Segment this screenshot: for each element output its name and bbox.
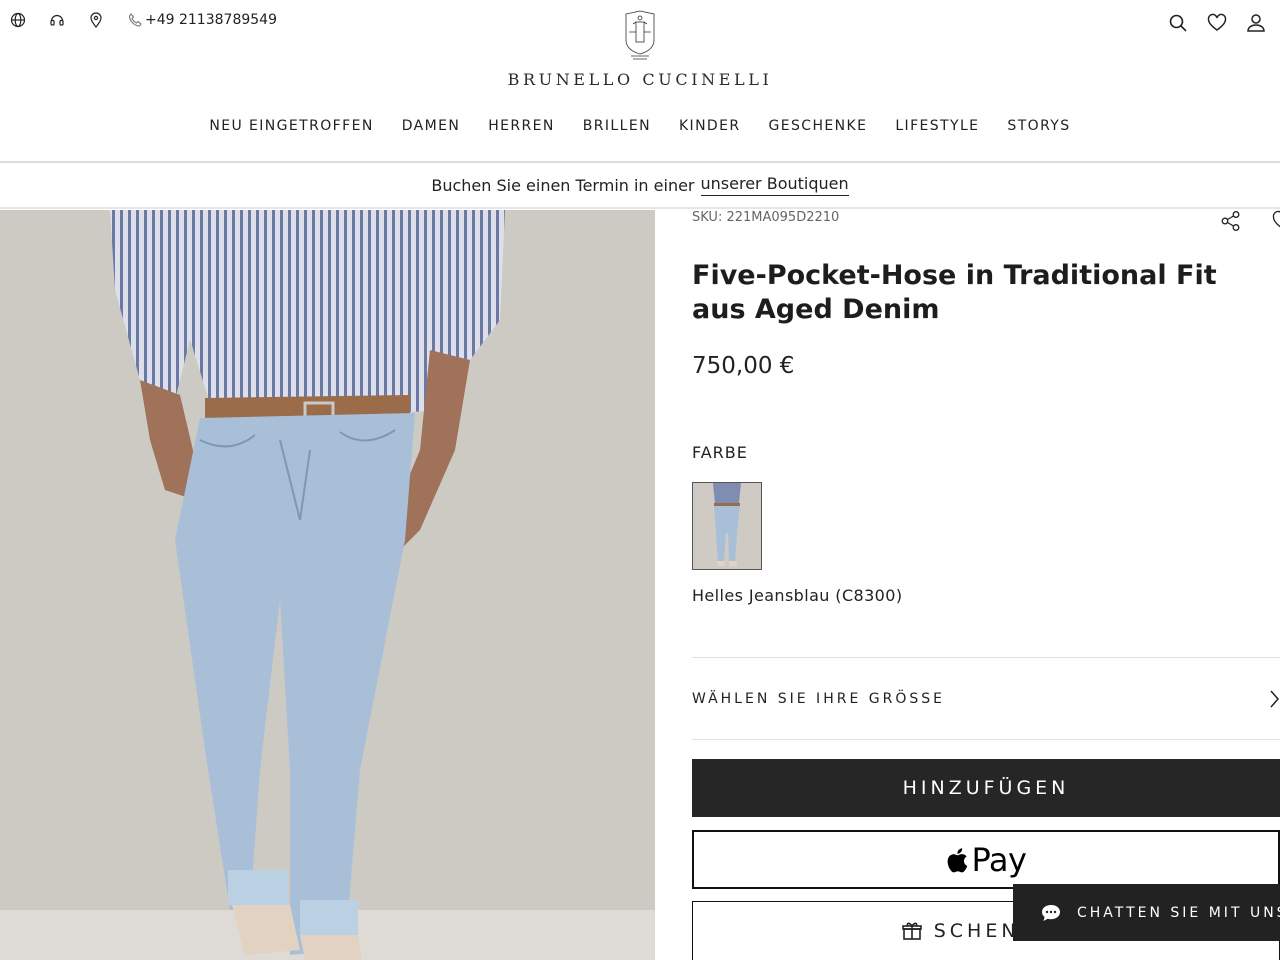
nav-item-new-arrivals[interactable]: NEU EINGETROFFEN: [209, 118, 373, 134]
chevron-right-icon: [1270, 690, 1279, 708]
color-swatch[interactable]: [692, 482, 762, 570]
size-selector-label: WÄHLEN SIE IHRE GRÖSSE: [692, 690, 945, 707]
size-selector[interactable]: WÄHLEN SIE IHRE GRÖSSE: [692, 657, 1280, 740]
boutiques-link[interactable]: unserer Boutiquen: [700, 174, 849, 196]
share-icon[interactable]: [1220, 210, 1242, 232]
banner-text: Buchen Sie einen Termin in einer: [431, 175, 695, 195]
color-heading: FARBE: [692, 443, 748, 462]
search-icon[interactable]: [1168, 13, 1188, 33]
chat-label: CHATTEN SIE MIT UNS: [1077, 904, 1280, 921]
user-icon[interactable]: [1246, 13, 1266, 33]
apple-pay-button[interactable]: Pay: [692, 830, 1280, 889]
heart-icon[interactable]: [1207, 13, 1227, 33]
main-navigation: NEU EINGETROFFEN DAMEN HERREN BRILLEN KI…: [0, 118, 1280, 134]
crest-icon: [625, 10, 655, 60]
nav-item-lifestyle[interactable]: LIFESTYLE: [895, 118, 979, 134]
brand-logo[interactable]: BRUNELLO CUCINELLI: [0, 10, 1280, 89]
apple-logo-icon: [947, 847, 967, 872]
product-price: 750,00 €: [692, 353, 795, 379]
product-title: Five-Pocket-Hose in Traditional Fit aus …: [692, 260, 1217, 325]
nav-item-gifts[interactable]: GESCHENKE: [769, 118, 868, 134]
chat-widget[interactable]: CHATTEN SIE MIT UNS: [1013, 884, 1280, 941]
gift-icon: [901, 922, 922, 940]
apple-pay-label: Pay: [971, 840, 1027, 879]
utility-bar-right: [1149, 13, 1266, 33]
chat-bubble-icon: [1042, 904, 1060, 921]
nav-item-eyewear[interactable]: BRILLEN: [583, 118, 651, 134]
nav-item-kids[interactable]: KINDER: [679, 118, 741, 134]
product-details: SKU: 221MA095D2210 Five-Pocket-Hose in T…: [692, 210, 1280, 960]
wishlist-heart-icon[interactable]: [1272, 210, 1280, 232]
appointment-banner: Buchen Sie einen Termin in einer unserer…: [0, 163, 1280, 209]
nav-item-men[interactable]: HERREN: [488, 118, 555, 134]
brand-name: BRUNELLO CUCINELLI: [507, 70, 773, 89]
nav-item-women[interactable]: DAMEN: [402, 118, 461, 134]
nav-item-stories[interactable]: STORYS: [1007, 118, 1070, 134]
product-sku: SKU: 221MA095D2210: [692, 210, 840, 225]
color-name: Helles Jeansblau (C8300): [692, 586, 903, 605]
add-to-cart-button[interactable]: HINZUFÜGEN: [692, 759, 1280, 817]
product-image[interactable]: [0, 210, 655, 960]
